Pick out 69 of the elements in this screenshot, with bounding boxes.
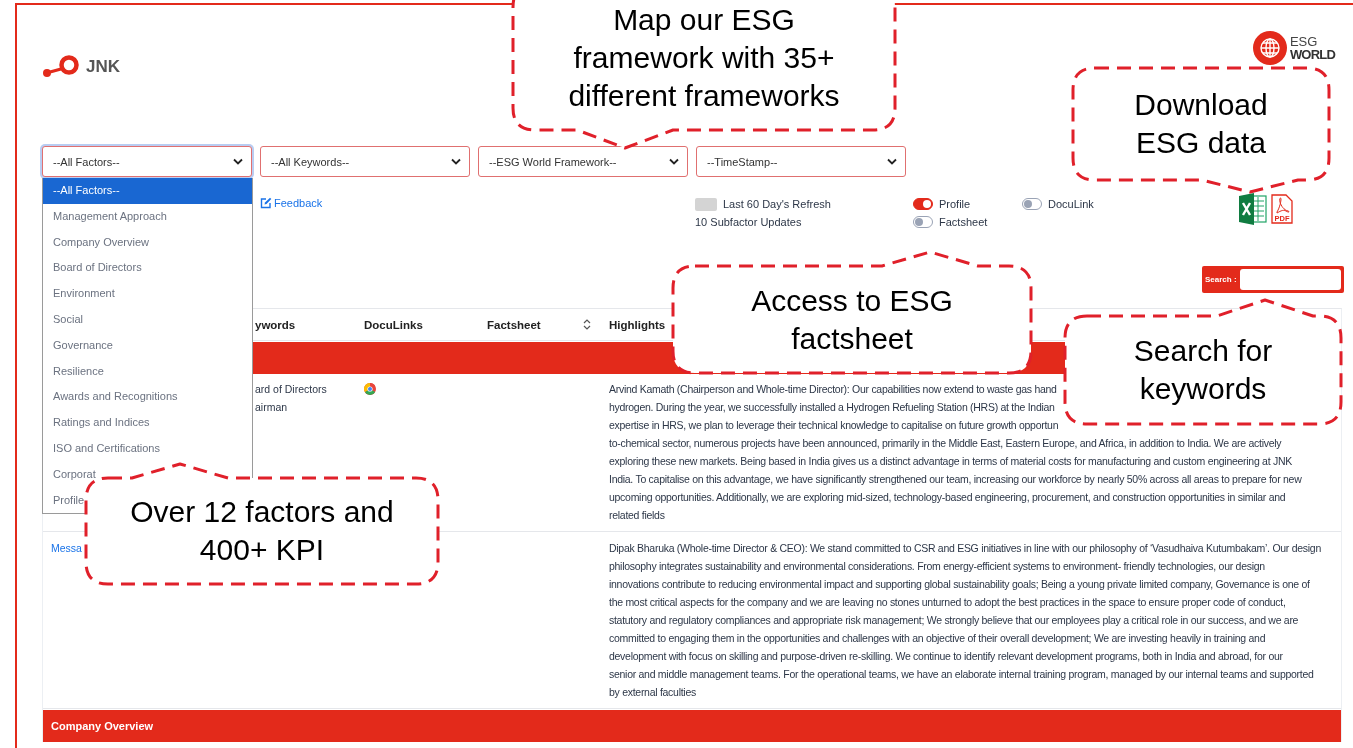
highlight-text: hydrogen. During the year, we successfully installed a Hydrogen Refueling Station (HRS) at the Indian xyxy=(609,400,1055,415)
highlight-text: the most critical aspects for the company and we are leaving no stones unturned to adopt the best practices in the space to ensure proper code of conduct, xyxy=(609,595,1286,610)
toggle-label: Profile xyxy=(939,198,971,210)
highlight-text: related fields xyxy=(609,508,665,523)
highlight-text: Dipak Bharuka (Whole-time Director & CEO): We stand committed to CSR and ESG initiatives in line with our philosophy of ‘Vasudhaiva Kutumbakam’. Our design xyxy=(609,541,1321,556)
logo-icon xyxy=(42,55,80,79)
chevron-down-icon xyxy=(451,158,461,165)
column-header: DocuLinks xyxy=(363,318,424,331)
brand-text: ESG xyxy=(1289,35,1319,48)
dropdown-option[interactable]: Awards and Recognitions xyxy=(43,384,252,411)
chevron-down-icon xyxy=(887,158,897,165)
legend-swatch xyxy=(695,197,717,211)
toggle-switch[interactable] xyxy=(913,216,933,228)
legend-label: Last 60 Day's Refresh xyxy=(723,197,831,212)
dropdown-option[interactable]: Ratings and Indices xyxy=(43,410,252,436)
dropdown-option[interactable]: Management Approach xyxy=(43,203,252,230)
dropdown-option[interactable]: Board of Directors xyxy=(43,255,252,282)
dropdown-option[interactable]: Environment xyxy=(43,281,252,307)
column-header: ywords xyxy=(254,318,297,331)
highlight-text: to-chemical sector, numerous projects have been announced, primarily in the Middle East, Eastern Europe, and Africa, in addition to India. We are actively xyxy=(609,436,1282,451)
callout-tooltip: Map our ESG framework with 35+ different frameworks xyxy=(513,0,895,148)
dropdown-option[interactable]: --All Factors-- xyxy=(43,178,252,204)
dropdown-option[interactable]: ISO and Certifications xyxy=(43,435,252,462)
dropdown-option[interactable]: Social xyxy=(43,307,252,333)
toggle-label: Factsheet xyxy=(939,216,988,228)
toggle-switch[interactable] xyxy=(1022,198,1042,210)
highlight-text: by external faculties xyxy=(609,685,696,700)
dropdown-option[interactable]: Company Overview xyxy=(43,229,252,256)
brand-text: WORLD xyxy=(1289,48,1335,61)
doculink-icon[interactable] xyxy=(364,383,376,395)
dropdown-option[interactable]: Governance xyxy=(43,332,252,359)
highlight-text: upcoming opportunities. Additionally, we are exploring mid-sized, technology-based engineering, procurement, and construction opportunities in similar and xyxy=(609,490,1286,505)
highlight-text: innovations contribute to reducing environmental impact and supporting global sustainability goals; Being a young private limited company, Governance is one of xyxy=(609,577,1310,592)
highlight-text: expertise in HRS, we plan to leverage their technical knowledge to capitalise on future growth opportun xyxy=(609,418,1059,433)
search-field[interactable] xyxy=(1239,269,1341,290)
callout-tooltip: Search for keywords xyxy=(1065,300,1341,424)
highlight-text: development with focus on skilling and purpose-driven re-skilling. We continue to identify relevant development programs, both in India and abroad, for our xyxy=(609,649,1283,664)
highlight-text: committed to engaging them in the opportunities and challenges with an objective of their overall development; We are investing heavily in training and xyxy=(609,631,1266,646)
feedback-link[interactable]: Feedback xyxy=(274,197,323,210)
highlight-text: statutory and regulatory compliances and appropriate risk management; We strongly believe that our employees play a critical role in our success, and we are xyxy=(609,613,1299,628)
dropdown-option[interactable]: Resilience xyxy=(43,358,252,385)
column-header[interactable]: Factsheet xyxy=(479,318,541,331)
update-count: 10 Subfactor Updates xyxy=(695,215,803,230)
filter-select[interactable]: --ESG World Framework-- xyxy=(478,146,688,177)
filter-select[interactable]: --All Keywords-- xyxy=(260,146,470,177)
keyword-text: ard of Directors xyxy=(255,382,327,397)
highlight-text: Arvind Kamath (Chairperson and Whole-time Director): Our capabilities now extend to waste gas hand xyxy=(609,382,1057,397)
toggle-switch[interactable] xyxy=(913,198,933,210)
filter-select[interactable]: --TimeStamp-- xyxy=(696,146,906,177)
chevron-down-icon xyxy=(233,158,243,165)
callout-tooltip: Access to ESG factsheet xyxy=(673,252,1031,373)
highlight-text: senior and middle management teams. For the operational teams, we have an elaborate internal training program, managed by our internal teams and supported xyxy=(609,667,1314,682)
highlight-text: exploring these new markets. Being based in India gives us a distinct advantage in terms of material costs for manufacturing and custom engineering at JNK xyxy=(609,454,1292,469)
message-link[interactable]: Messa xyxy=(51,539,82,557)
chevron-down-icon xyxy=(669,158,679,165)
excel-file-icon[interactable] xyxy=(1239,192,1267,226)
edit-icon[interactable] xyxy=(260,197,272,209)
toggle-label: DocuLink xyxy=(1048,198,1094,210)
column-header: Highlights xyxy=(608,318,667,331)
group-header-bar: Company Overview xyxy=(43,710,1341,742)
filter-select[interactable]: --All Factors-- xyxy=(42,146,252,177)
keyword-text: airman xyxy=(255,400,288,415)
globe-icon xyxy=(1252,31,1287,65)
highlight-text: philosophy integrates sustainability and environmental considerations. From energy-efficient systems to environment- friendly technologies, our design xyxy=(609,559,1265,574)
logo-text: JNK xyxy=(86,57,120,77)
callout-tooltip: Download ESG data xyxy=(1073,68,1329,192)
highlight-text: India. To capitalise on this advantage, we have significantly strengthened our team, increasing our workforce by nearly 50% across all areas to prepare for new xyxy=(609,472,1302,487)
search-label: Search : xyxy=(1205,275,1237,284)
sort-icon[interactable] xyxy=(583,319,591,330)
